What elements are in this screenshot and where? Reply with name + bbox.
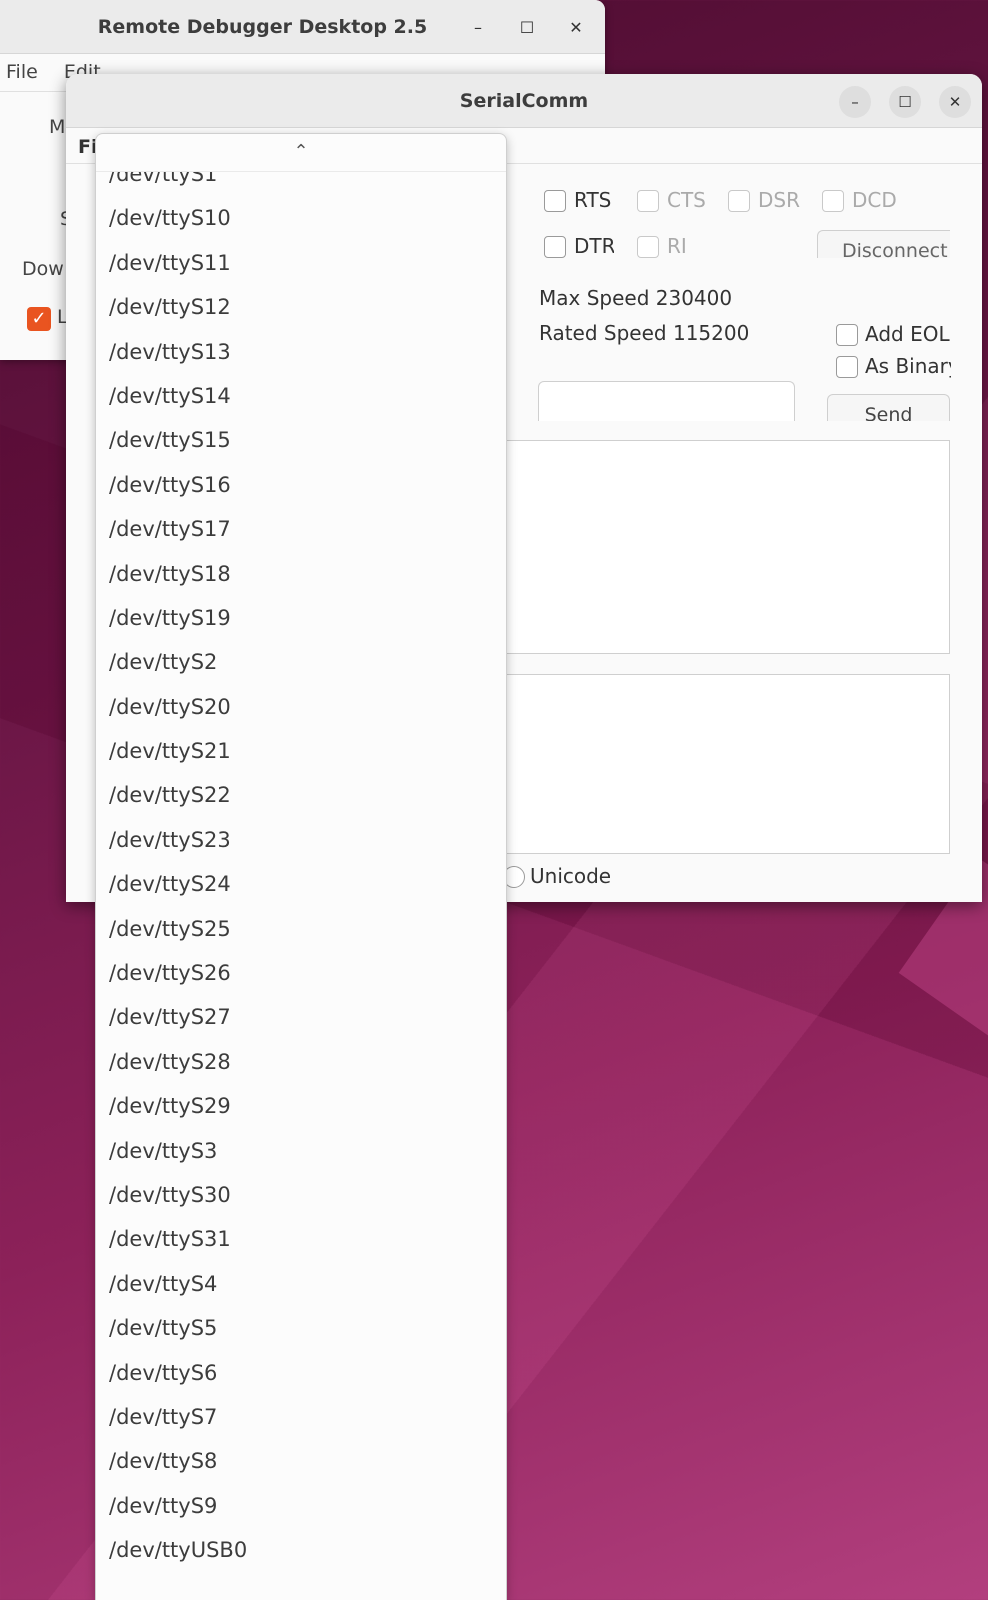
as-binary-label: As Binary bbox=[865, 354, 951, 378]
dcd-label: DCD bbox=[852, 188, 897, 212]
serial-port-option[interactable]: /dev/ttyS28 bbox=[96, 1040, 506, 1084]
serial-port-option[interactable]: /dev/ttyS14 bbox=[96, 374, 506, 418]
as-binary-checkbox[interactable] bbox=[836, 356, 858, 378]
serial-port-option[interactable]: /dev/ttyS26 bbox=[96, 951, 506, 995]
serial-port-option[interactable]: /dev/ttyS16 bbox=[96, 463, 506, 507]
serial-port-option[interactable]: /dev/ttyS30 bbox=[96, 1173, 506, 1217]
serial-port-option[interactable]: /dev/ttyS27 bbox=[96, 995, 506, 1039]
checked-checkbox-icon[interactable]: ✓ bbox=[27, 307, 51, 331]
send-button[interactable]: Send bbox=[827, 394, 950, 421]
serial-port-option[interactable]: /dev/ttyS18 bbox=[96, 552, 506, 596]
serial-port-option[interactable]: /dev/ttyS7 bbox=[96, 1395, 506, 1439]
send-text-input[interactable] bbox=[538, 381, 795, 421]
received-data-area[interactable] bbox=[496, 440, 950, 654]
serial-port-option[interactable]: /dev/ttyS21 bbox=[96, 729, 506, 773]
back-label-fragment-m: M bbox=[49, 116, 66, 138]
back-label-fragment-dow: Dow bbox=[22, 258, 64, 280]
serial-port-option[interactable]: /dev/ttyS8 bbox=[96, 1439, 506, 1483]
serial-port-option[interactable]: /dev/ttyS25 bbox=[96, 907, 506, 951]
ri-checkbox bbox=[637, 236, 659, 258]
add-eol-label: Add EOL bbox=[865, 322, 950, 346]
cts-label: CTS bbox=[667, 188, 706, 212]
maximize-icon[interactable]: ☐ bbox=[889, 86, 921, 118]
add-eol-checkbox[interactable] bbox=[836, 324, 858, 346]
serial-port-option[interactable]: /dev/ttyS12 bbox=[96, 285, 506, 329]
serial-port-option[interactable]: /dev/ttyS13 bbox=[96, 330, 506, 374]
serial-port-option[interactable]: /dev/ttyS17 bbox=[96, 507, 506, 551]
minimize-icon[interactable]: – bbox=[839, 86, 871, 118]
log-text-area[interactable] bbox=[496, 674, 950, 854]
serial-port-option[interactable]: /dev/ttyS23 bbox=[96, 818, 506, 862]
serial-port-option[interactable]: /dev/ttyUSB0 bbox=[96, 1528, 506, 1572]
menu-file[interactable]: File bbox=[6, 61, 38, 83]
minimize-icon[interactable]: – bbox=[467, 17, 489, 39]
chevron-up-icon[interactable]: ⌃ bbox=[96, 134, 506, 172]
dsr-label: DSR bbox=[758, 188, 800, 212]
dtr-label: DTR bbox=[574, 234, 614, 258]
serial-port-option[interactable]: /dev/ttyS20 bbox=[96, 685, 506, 729]
dcd-checkbox bbox=[822, 190, 844, 212]
serial-port-list: /dev/ttyS1/dev/ttyS10/dev/ttyS11/dev/tty… bbox=[96, 172, 506, 1600]
dtr-checkbox[interactable] bbox=[544, 236, 566, 258]
cts-checkbox bbox=[637, 190, 659, 212]
serial-port-option[interactable]: /dev/ttyS3 bbox=[96, 1129, 506, 1173]
serial-port-option[interactable]: /dev/ttyS1 bbox=[96, 172, 506, 196]
serial-port-option[interactable]: /dev/ttyS29 bbox=[96, 1084, 506, 1128]
disconnect-button[interactable]: Disconnect bbox=[817, 230, 950, 258]
rts-label: RTS bbox=[574, 188, 612, 212]
serial-port-option[interactable]: /dev/ttyS10 bbox=[96, 196, 506, 240]
rated-speed-label: Rated Speed 115200 bbox=[539, 321, 750, 345]
max-speed-label: Max Speed 230400 bbox=[539, 286, 733, 310]
remote-debugger-titlebar[interactable]: Remote Debugger Desktop 2.5 – ☐ ✕ bbox=[0, 0, 605, 54]
serial-port-option[interactable]: /dev/ttyS4 bbox=[96, 1262, 506, 1306]
dsr-checkbox bbox=[728, 190, 750, 212]
serial-port-dropdown[interactable]: ⌃ /dev/ttyS1/dev/ttyS10/dev/ttyS11/dev/t… bbox=[95, 133, 507, 1600]
serial-port-option[interactable]: /dev/ttyS24 bbox=[96, 862, 506, 906]
rts-checkbox[interactable] bbox=[544, 190, 566, 212]
serial-port-option[interactable]: /dev/ttyS19 bbox=[96, 596, 506, 640]
remote-debugger-title: Remote Debugger Desktop 2.5 bbox=[97, 16, 428, 38]
close-icon[interactable]: ✕ bbox=[565, 17, 587, 39]
serial-port-option[interactable]: /dev/ttyS22 bbox=[96, 773, 506, 817]
serial-port-option[interactable]: /dev/ttyS15 bbox=[96, 418, 506, 462]
close-icon[interactable]: ✕ bbox=[939, 86, 971, 118]
serial-port-option[interactable]: /dev/ttyS11 bbox=[96, 241, 506, 285]
unicode-label: Unicode bbox=[530, 864, 612, 888]
serialcomm-titlebar[interactable]: SerialComm – ☐ ✕ bbox=[66, 74, 982, 128]
ri-label: RI bbox=[667, 234, 687, 258]
serial-port-option[interactable]: /dev/ttyS31 bbox=[96, 1217, 506, 1261]
serial-port-option[interactable]: /dev/ttyS2 bbox=[96, 640, 506, 684]
serial-port-option[interactable]: /dev/ttyS5 bbox=[96, 1306, 506, 1350]
serial-port-option[interactable]: /dev/ttyS9 bbox=[96, 1484, 506, 1528]
serial-port-option[interactable]: /dev/ttyS6 bbox=[96, 1351, 506, 1395]
maximize-icon[interactable]: ☐ bbox=[516, 17, 538, 39]
